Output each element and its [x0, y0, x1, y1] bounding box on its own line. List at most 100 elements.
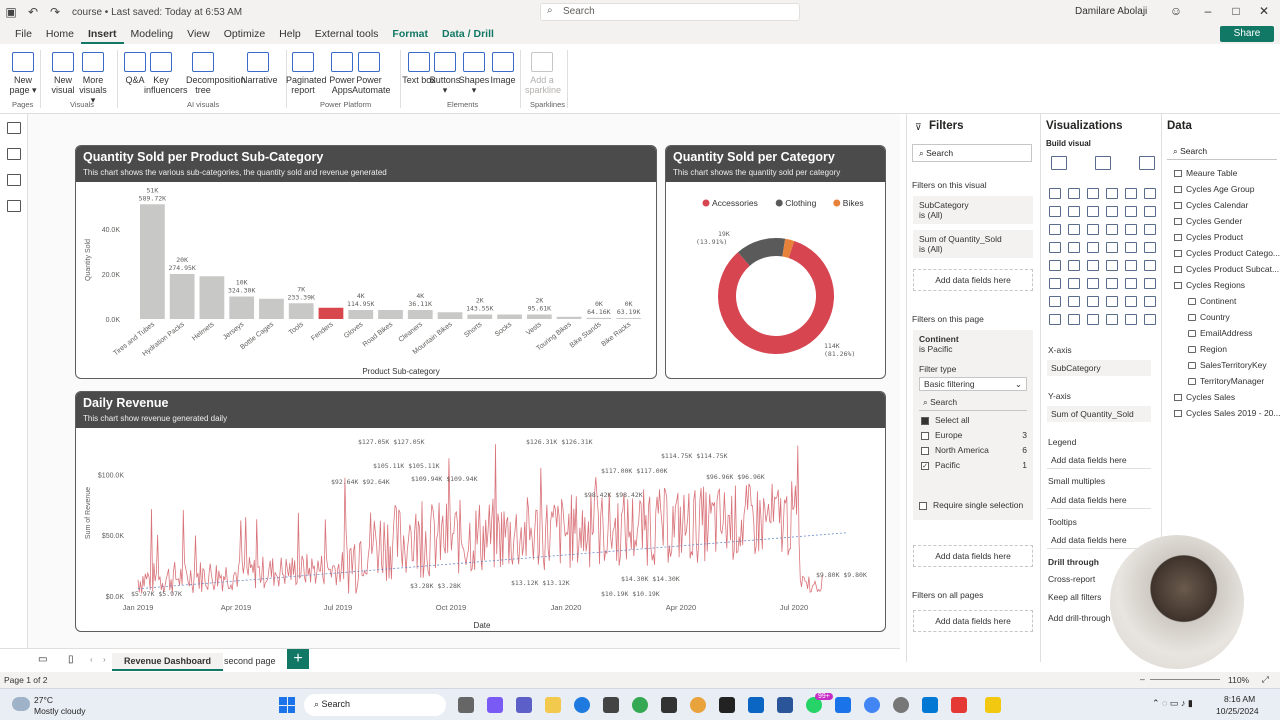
- visual-type-icon[interactable]: [1106, 314, 1118, 325]
- mail-icon[interactable]: [922, 697, 938, 713]
- data-table-item[interactable]: Cycles Age Group: [1170, 184, 1255, 194]
- share-button[interactable]: Share: [1220, 26, 1274, 42]
- zoom-out-icon[interactable]: –: [1140, 674, 1145, 684]
- filter-card-quantity[interactable]: Sum of Quantity_Sold is (All): [913, 230, 1033, 258]
- teams-icon[interactable]: [516, 697, 532, 713]
- save-icon[interactable]: ▣: [0, 5, 22, 19]
- table-view-icon[interactable]: [7, 148, 21, 160]
- data-table-item[interactable]: Cycles Gender: [1170, 216, 1242, 226]
- minimize-icon[interactable]: –: [1198, 4, 1218, 18]
- app-icon[interactable]: [661, 697, 677, 713]
- data-field-item[interactable]: EmailAddress: [1184, 328, 1252, 338]
- more-visuals-button[interactable]: More visuals ▾: [76, 52, 110, 105]
- drill-through-dropzone[interactable]: Add drill-through: [1048, 613, 1110, 623]
- visual-type-icon[interactable]: [1049, 296, 1061, 307]
- account-icon[interactable]: ☺: [1166, 4, 1186, 18]
- visual-type-icon[interactable]: [1068, 224, 1080, 235]
- require-single-selection[interactable]: Require single selection: [919, 500, 1023, 510]
- add-page-button[interactable]: +: [287, 649, 309, 669]
- visual-type-icon[interactable]: [1144, 188, 1156, 199]
- data-table-item[interactable]: Cycles Regions: [1170, 280, 1245, 290]
- menu-external-tools[interactable]: External tools: [308, 24, 386, 44]
- visual-type-icon[interactable]: [1087, 242, 1099, 253]
- chrome-icon[interactable]: [632, 697, 648, 713]
- visual-type-icon[interactable]: [1087, 260, 1099, 271]
- data-table-item[interactable]: Cycles Product Subcat...: [1170, 264, 1279, 274]
- taskbar-search[interactable]: ⌕ Search: [304, 694, 446, 716]
- title-search-input[interactable]: ⌕ Search: [540, 3, 800, 21]
- power-automate-button[interactable]: Power Automate: [352, 52, 391, 95]
- checkbox[interactable]: [921, 431, 929, 440]
- mobile-layout-icon[interactable]: ▯: [68, 654, 74, 665]
- visual-type-icon[interactable]: [1106, 278, 1118, 289]
- data-field-item[interactable]: SalesTerritoryKey: [1184, 360, 1267, 370]
- menu-help[interactable]: Help: [272, 24, 308, 44]
- add-visual-filter-dropzone[interactable]: Add data fields here: [913, 269, 1033, 291]
- filter-option-europe[interactable]: Europe 3: [919, 430, 1027, 445]
- menu-home[interactable]: Home: [39, 24, 81, 44]
- visual-type-icon[interactable]: [1106, 224, 1118, 235]
- visual-type-icon[interactable]: [1087, 206, 1099, 217]
- visual-type-icon[interactable]: [1144, 296, 1156, 307]
- menu-file[interactable]: File: [8, 24, 39, 44]
- visual-type-icon[interactable]: [1068, 314, 1080, 325]
- fit-page-icon[interactable]: ⤢: [1262, 674, 1269, 685]
- data-field-item[interactable]: Continent: [1184, 296, 1236, 306]
- key-influencers-button[interactable]: Key influencers: [144, 52, 188, 95]
- data-field-item[interactable]: Country: [1184, 312, 1230, 322]
- visual-type-icon[interactable]: [1087, 296, 1099, 307]
- visual-type-icon[interactable]: [1087, 224, 1099, 235]
- data-field-item[interactable]: Region: [1184, 344, 1227, 354]
- add-page-filter-dropzone[interactable]: Add data fields here: [913, 545, 1033, 567]
- cross-report-toggle[interactable]: Cross-report: [1048, 574, 1095, 584]
- data-table-item[interactable]: Cycles Sales 2019 - 20...: [1170, 408, 1280, 418]
- visual-type-icon[interactable]: [1068, 260, 1080, 271]
- visual-type-icon[interactable]: [1144, 242, 1156, 253]
- build-visual-tab[interactable]: Build visual: [1046, 139, 1091, 148]
- clock-time[interactable]: 8:16 AM: [1224, 694, 1255, 704]
- visual-type-icon[interactable]: [1144, 224, 1156, 235]
- visual-type-icon[interactable]: [1125, 314, 1137, 325]
- checkbox[interactable]: [921, 416, 929, 425]
- paginated-report-button[interactable]: Paginated report: [286, 52, 327, 95]
- menu-modeling[interactable]: Modeling: [124, 24, 181, 44]
- visual-type-icon[interactable]: [1049, 242, 1061, 253]
- maximize-icon[interactable]: □: [1226, 4, 1246, 18]
- zoom-slider[interactable]: [1150, 679, 1220, 680]
- data-table-item[interactable]: Cycles Sales: [1170, 392, 1235, 402]
- bar-chart-visual[interactable]: Quantity Sold per Product Sub-Category Th…: [75, 145, 657, 379]
- user-name[interactable]: Damilare Abolaji: [1075, 6, 1147, 17]
- visual-type-icon[interactable]: [1087, 314, 1099, 325]
- visual-type-icon[interactable]: [1068, 206, 1080, 217]
- filter-type-select[interactable]: Basic filtering ⌄: [919, 377, 1027, 391]
- visual-type-icon[interactable]: [1049, 224, 1061, 235]
- visual-type-icon[interactable]: [1144, 314, 1156, 325]
- keep-filters-toggle[interactable]: Keep all filters: [1048, 592, 1101, 602]
- settings-icon[interactable]: [893, 697, 909, 713]
- visual-type-icon[interactable]: [1087, 278, 1099, 289]
- app-icon[interactable]: [835, 697, 851, 713]
- image-button[interactable]: Image: [486, 52, 520, 85]
- legend-dropzone[interactable]: Add data fields here: [1047, 451, 1151, 469]
- visual-type-icon[interactable]: [1125, 242, 1137, 253]
- visual-type-icon[interactable]: [1068, 242, 1080, 253]
- visual-type-icon[interactable]: [1049, 188, 1061, 199]
- chevron-left-icon[interactable]: ‹: [90, 655, 93, 664]
- visual-type-icon[interactable]: [1144, 206, 1156, 217]
- decomposition-tree-button[interactable]: Decomposition tree: [186, 52, 246, 95]
- chevron-right-icon[interactable]: ›: [103, 655, 106, 664]
- menu-format[interactable]: Format: [385, 24, 435, 44]
- add-sparkline-button[interactable]: Add a sparkline: [525, 52, 561, 95]
- menu-insert[interactable]: Insert: [80, 24, 124, 44]
- visual-type-icon[interactable]: [1068, 188, 1080, 199]
- power-bi-icon[interactable]: [985, 697, 1001, 713]
- system-tray[interactable]: ⌃ ◌ ▭ ♪ ▮: [1152, 698, 1193, 709]
- visual-type-icon[interactable]: [1144, 260, 1156, 271]
- store-icon[interactable]: [603, 697, 619, 713]
- tab-second-page[interactable]: second page: [212, 653, 288, 669]
- visual-type-icon[interactable]: [1049, 260, 1061, 271]
- visual-type-icon[interactable]: [1125, 260, 1137, 271]
- filter-option-pacific[interactable]: ✓ Pacific 1: [919, 460, 1027, 475]
- filter-card-subcategory[interactable]: SubCategory is (All): [913, 196, 1033, 224]
- app-icon[interactable]: [719, 697, 735, 713]
